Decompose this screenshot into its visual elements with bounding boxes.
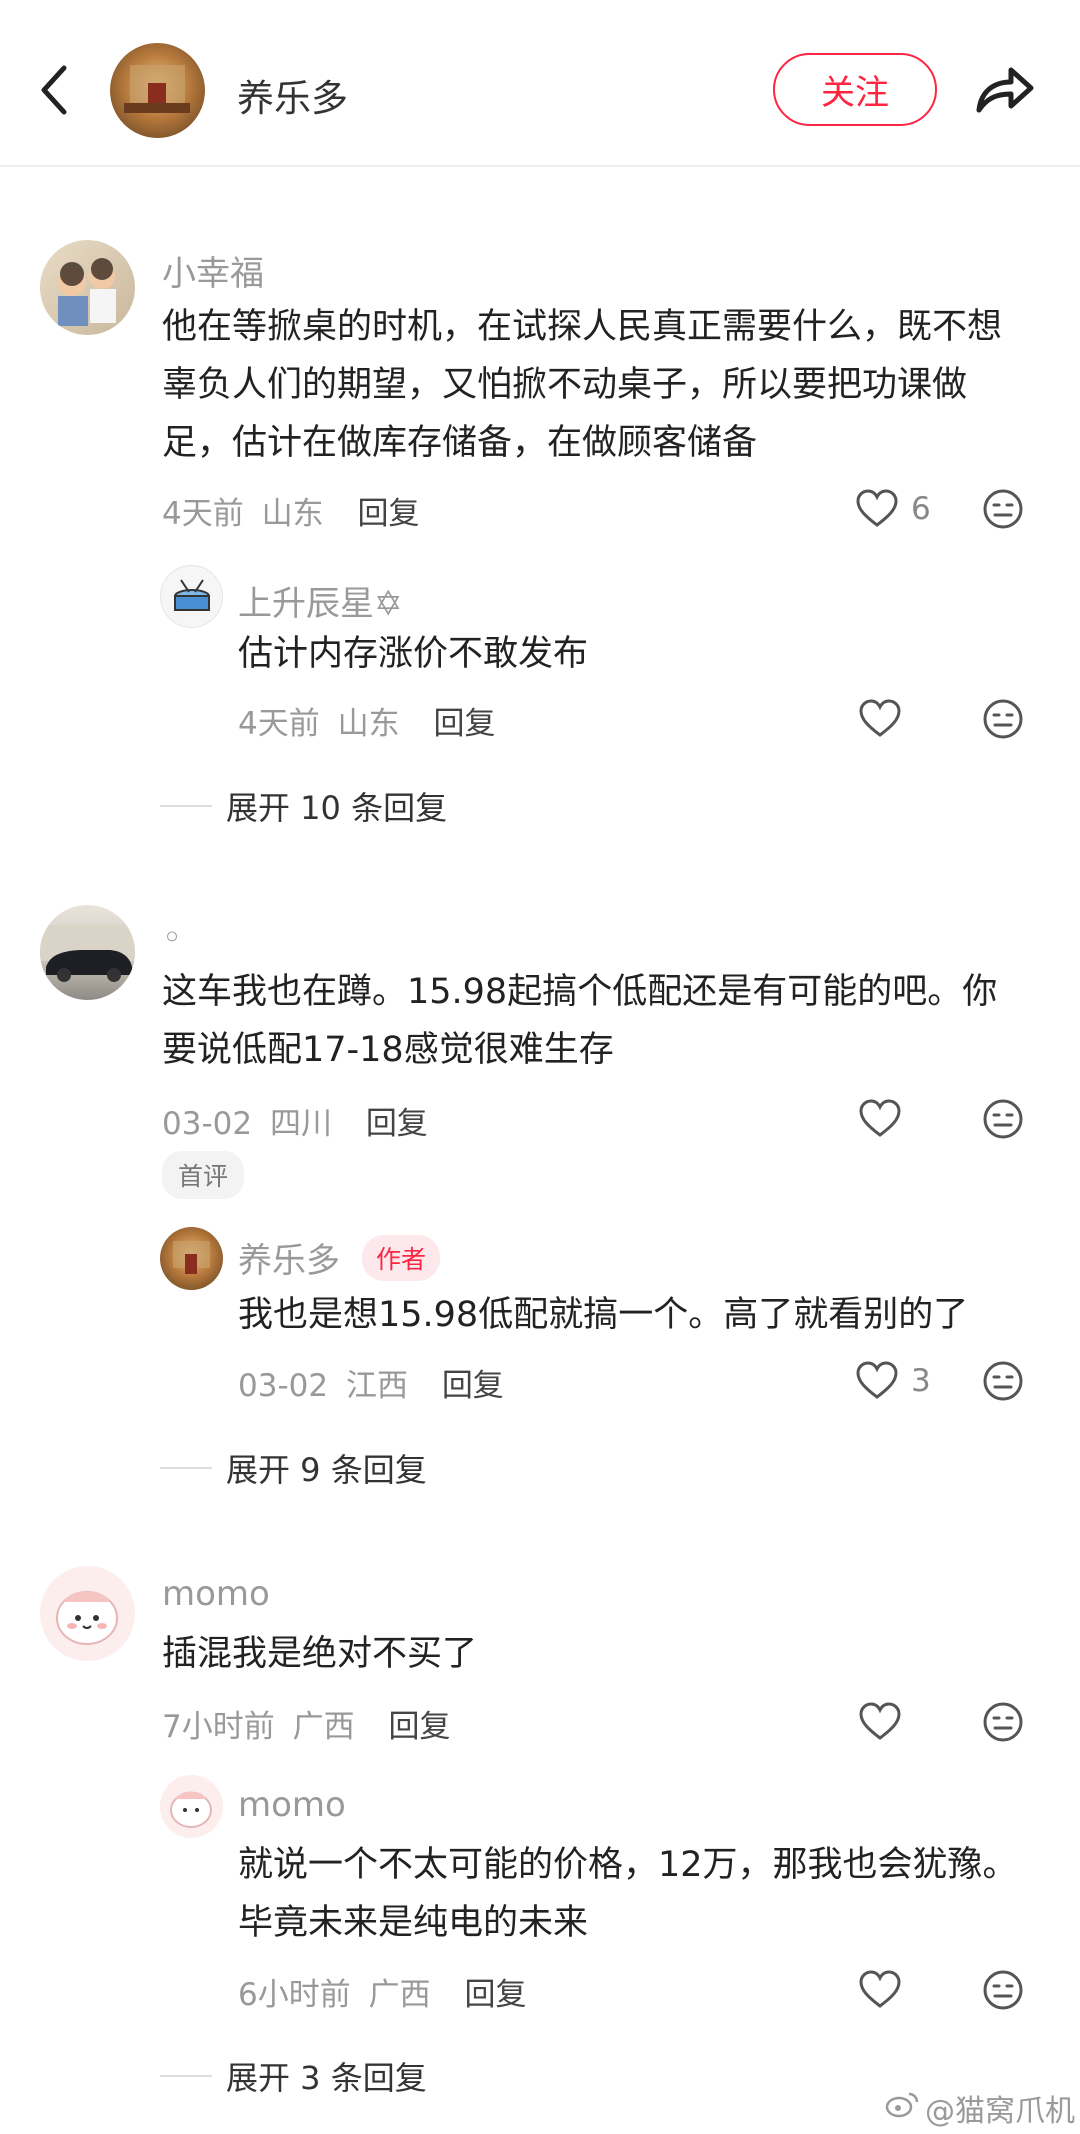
reply-button[interactable]: 回复 [357,496,419,532]
like-count: 3 [911,1363,931,1399]
reply-time: 4天前 [238,706,320,742]
reply-button[interactable]: 回复 [366,1106,428,1142]
dislike-icon[interactable] [982,1969,1024,2011]
reply-button[interactable]: 回复 [388,1709,450,1745]
like-count: 6 [911,491,931,527]
comment-time: 03-02 [162,1106,253,1142]
back-icon[interactable] [36,60,76,120]
comment-location: 山东 [261,496,324,532]
comment-meta: 7小时前 广西 回复 [162,1701,450,1746]
divider-line [160,1467,212,1469]
share-icon[interactable] [973,58,1037,118]
user-avatar[interactable] [40,905,135,1000]
comment-time: 4天前 [162,496,244,532]
comment-username[interactable]: momo [162,1574,270,1614]
comment-username[interactable]: 小幸福 [162,246,264,295]
reply-text: 就说一个不太可能的价格，12万，那我也会犹豫。毕竟未来是纯电的未来 [238,1845,1018,1943]
comment-location: 四川 [269,1106,332,1142]
expand-label: 展开 9 条回复 [226,1451,427,1489]
top-bar: 养乐多 关注 [0,0,1080,167]
reply-location: 山东 [337,706,400,742]
heart-icon [858,699,902,739]
like-button[interactable]: 6 [855,489,931,529]
expand-replies-button[interactable]: 展开 3 条回复 [160,2053,427,2099]
dislike-icon[interactable] [982,488,1024,530]
like-button[interactable]: 3 [855,1361,931,1401]
comment-text: 他在等掀桌的时机，在试探人民真正需要什么，既不想辜负人们的期望，又怕掀不动桌子，… [162,307,1003,463]
follow-label: 关注 [821,73,889,113]
heart-icon [855,489,899,529]
reply-button[interactable]: 回复 [464,1977,526,2013]
comment-username[interactable]: ◦ [162,918,182,958]
heart-icon [858,1099,902,1139]
reply-meta: 03-02 江西 回复 [238,1360,504,1405]
comment-text: 插混我是绝对不买了 [162,1634,478,1674]
page-title: 养乐多 [237,77,348,120]
user-avatar[interactable] [40,240,135,335]
reply-button[interactable]: 回复 [433,706,495,742]
like-button[interactable] [858,699,902,739]
like-button[interactable] [858,1702,902,1742]
reply-username[interactable]: 养乐多 [238,1233,340,1282]
reply-time: 03-02 [238,1368,329,1404]
heart-icon [858,1702,902,1742]
watermark: @猫窝爪机 [885,2086,1075,2130]
reply-text: 我也是想15.98低配就搞一个。高了就看别的了 [238,1295,969,1335]
heart-icon [855,1361,899,1401]
comment-meta: 03-02 四川 回复 [162,1098,428,1143]
reply-avatar[interactable] [160,565,223,628]
expand-replies-button[interactable]: 展开 10 条回复 [160,783,447,829]
follow-button[interactable]: 关注 [773,53,937,126]
comment-location: 广西 [292,1709,355,1745]
weibo-icon [885,2090,919,2126]
expand-label: 展开 3 条回复 [226,2059,427,2097]
reply-meta: 4天前 山东 回复 [238,698,495,743]
user-avatar[interactable] [40,1566,135,1661]
dislike-icon[interactable] [982,1701,1024,1743]
author-avatar[interactable] [110,43,205,138]
dislike-icon[interactable] [982,1360,1024,1402]
comment-meta: 4天前 山东 回复 [162,488,419,533]
reply-button[interactable]: 回复 [442,1368,504,1404]
reply-username[interactable]: momo [238,1785,346,1825]
dislike-icon[interactable] [982,698,1024,740]
comment-text: 这车我也在蹲。15.98起搞个低配还是有可能的吧。你要说低配17-18感觉很难生… [162,972,998,1070]
like-button[interactable] [858,1970,902,2010]
like-button[interactable] [858,1099,902,1139]
dislike-icon[interactable] [982,1098,1024,1140]
reply-username[interactable]: 上升辰星✡ [238,576,403,625]
reply-meta: 6小时前 广西 回复 [238,1969,526,2014]
heart-icon [858,1970,902,2010]
comment-time: 7小时前 [162,1709,275,1745]
reply-avatar[interactable] [160,1775,223,1838]
expand-replies-button[interactable]: 展开 9 条回复 [160,1445,427,1491]
reply-avatar[interactable] [160,1227,223,1290]
reply-time: 6小时前 [238,1977,351,2013]
reply-location: 广西 [368,1977,431,2013]
watermark-text: @猫窝爪机 [925,2094,1075,2129]
reply-location: 江西 [345,1368,408,1404]
reply-text: 估计内存涨价不敢发布 [238,634,589,674]
divider-line [160,805,212,807]
author-badge: 作者 [362,1235,441,1281]
divider-line [160,2075,212,2077]
first-comment-badge: 首评 [162,1151,245,1199]
expand-label: 展开 10 条回复 [226,789,448,827]
